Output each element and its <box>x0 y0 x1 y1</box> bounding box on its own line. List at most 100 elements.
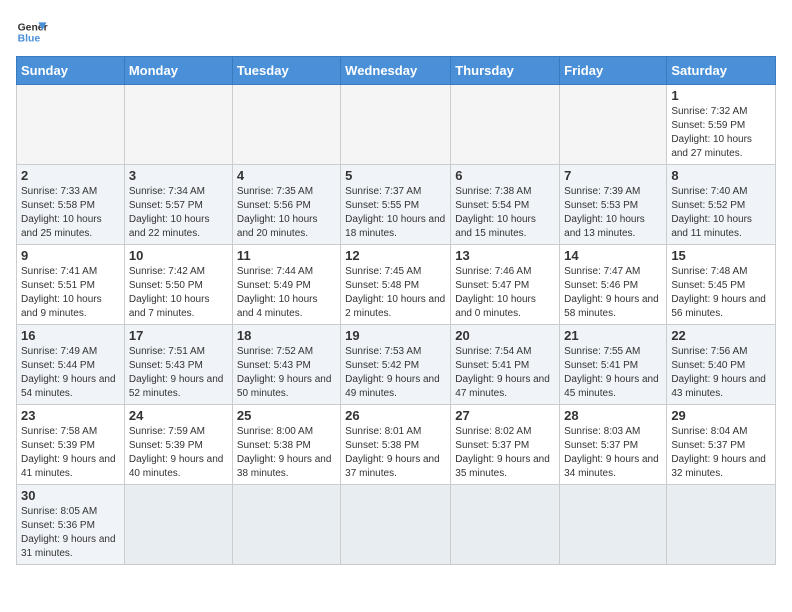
day-cell: 4 Sunrise: 7:35 AM Sunset: 5:56 PM Daylig… <box>232 165 340 245</box>
day-info: Sunrise: 7:56 AM Sunset: 5:40 PM Dayligh… <box>671 345 771 401</box>
day-cell <box>451 485 560 565</box>
week-row-1: 1 Sunrise: 7:32 AM Sunset: 5:59 PM Daylig… <box>17 85 776 165</box>
day-info: Sunrise: 7:48 AM Sunset: 5:45 PM Dayligh… <box>671 265 771 321</box>
day-info: Sunrise: 7:49 AM Sunset: 5:44 PM Dayligh… <box>21 345 120 401</box>
day-info: Sunrise: 7:45 AM Sunset: 5:48 PM Dayligh… <box>345 265 446 321</box>
day-cell: 28Sunrise: 8:03 AM Sunset: 5:37 PM Dayli… <box>560 405 667 485</box>
day-number: 2 <box>21 168 120 183</box>
weekday-header-wednesday: Wednesday <box>341 57 451 85</box>
day-number: 16 <box>21 328 120 343</box>
day-cell: 1 Sunrise: 7:32 AM Sunset: 5:59 PM Daylig… <box>667 85 776 165</box>
day-number: 27 <box>455 408 555 423</box>
day-info: Sunrise: 8:00 AM Sunset: 5:38 PM Dayligh… <box>237 425 336 481</box>
day-number: 19 <box>345 328 446 343</box>
day-cell: 23 Sunrise: 7:58 AM Sunset: 5:39 PM Dayli… <box>17 405 125 485</box>
day-number: 12 <box>345 248 446 263</box>
day-cell: 9 Sunrise: 7:41 AM Sunset: 5:51 PM Daylig… <box>17 245 125 325</box>
day-info: Sunrise: 7:46 AM Sunset: 5:47 PM Dayligh… <box>455 265 555 321</box>
day-number: 7 <box>564 168 662 183</box>
day-info: Sunrise: 7:35 AM Sunset: 5:56 PM Dayligh… <box>237 185 336 241</box>
week-row-6: 30 Sunrise: 8:05 AM Sunset: 5:36 PM Dayli… <box>17 485 776 565</box>
day-info: Sunrise: 7:53 AM Sunset: 5:42 PM Dayligh… <box>345 345 446 401</box>
day-cell: 25 Sunrise: 8:00 AM Sunset: 5:38 PM Dayli… <box>232 405 340 485</box>
day-cell: 18Sunrise: 7:52 AM Sunset: 5:43 PM Dayli… <box>232 325 340 405</box>
day-number: 11 <box>237 248 336 263</box>
day-cell: 26Sunrise: 8:01 AM Sunset: 5:38 PM Dayli… <box>341 405 451 485</box>
day-number: 8 <box>671 168 771 183</box>
day-info: Sunrise: 7:33 AM Sunset: 5:58 PM Dayligh… <box>21 185 120 241</box>
day-cell <box>560 485 667 565</box>
day-cell <box>341 485 451 565</box>
day-info: Sunrise: 8:05 AM Sunset: 5:36 PM Dayligh… <box>21 505 120 561</box>
day-cell <box>17 85 125 165</box>
day-number: 10 <box>129 248 228 263</box>
day-info: Sunrise: 7:37 AM Sunset: 5:55 PM Dayligh… <box>345 185 446 241</box>
day-cell: 11 Sunrise: 7:44 AM Sunset: 5:49 PM Dayli… <box>232 245 340 325</box>
day-info: Sunrise: 7:44 AM Sunset: 5:49 PM Dayligh… <box>237 265 336 321</box>
weekday-header-monday: Monday <box>124 57 232 85</box>
day-cell: 8 Sunrise: 7:40 AM Sunset: 5:52 PM Daylig… <box>667 165 776 245</box>
day-cell: 6 Sunrise: 7:38 AM Sunset: 5:54 PM Daylig… <box>451 165 560 245</box>
weekday-header-thursday: Thursday <box>451 57 560 85</box>
day-number: 30 <box>21 488 120 503</box>
day-number: 3 <box>129 168 228 183</box>
day-number: 15 <box>671 248 771 263</box>
week-row-4: 16 Sunrise: 7:49 AM Sunset: 5:44 PM Dayli… <box>17 325 776 405</box>
day-number: 14 <box>564 248 662 263</box>
day-info: Sunrise: 7:54 AM Sunset: 5:41 PM Dayligh… <box>455 345 555 401</box>
day-number: 24 <box>129 408 228 423</box>
day-number: 18 <box>237 328 336 343</box>
day-info: Sunrise: 8:03 AM Sunset: 5:37 PM Dayligh… <box>564 425 662 481</box>
day-number: 23 <box>21 408 120 423</box>
day-cell <box>124 85 232 165</box>
day-cell: 13 Sunrise: 7:46 AM Sunset: 5:47 PM Dayli… <box>451 245 560 325</box>
day-info: Sunrise: 7:47 AM Sunset: 5:46 PM Dayligh… <box>564 265 662 321</box>
week-row-5: 23 Sunrise: 7:58 AM Sunset: 5:39 PM Dayli… <box>17 405 776 485</box>
day-cell: 27 Sunrise: 8:02 AM Sunset: 5:37 PM Dayli… <box>451 405 560 485</box>
day-number: 25 <box>237 408 336 423</box>
day-cell: 16 Sunrise: 7:49 AM Sunset: 5:44 PM Dayli… <box>17 325 125 405</box>
day-cell: 24 Sunrise: 7:59 AM Sunset: 5:39 PM Dayli… <box>124 405 232 485</box>
day-info: Sunrise: 8:01 AM Sunset: 5:38 PM Dayligh… <box>345 425 446 481</box>
day-info: Sunrise: 7:59 AM Sunset: 5:39 PM Dayligh… <box>129 425 228 481</box>
day-cell: 14 Sunrise: 7:47 AM Sunset: 5:46 PM Dayli… <box>560 245 667 325</box>
day-info: Sunrise: 7:41 AM Sunset: 5:51 PM Dayligh… <box>21 265 120 321</box>
day-number: 9 <box>21 248 120 263</box>
day-cell <box>232 85 340 165</box>
day-info: Sunrise: 7:38 AM Sunset: 5:54 PM Dayligh… <box>455 185 555 241</box>
day-cell: 20Sunrise: 7:54 AM Sunset: 5:41 PM Dayli… <box>451 325 560 405</box>
day-number: 13 <box>455 248 555 263</box>
day-number: 17 <box>129 328 228 343</box>
day-info: Sunrise: 7:40 AM Sunset: 5:52 PM Dayligh… <box>671 185 771 241</box>
day-cell: 3Sunrise: 7:34 AM Sunset: 5:57 PM Daylig… <box>124 165 232 245</box>
logo-icon: General Blue <box>16 16 48 48</box>
week-row-3: 9 Sunrise: 7:41 AM Sunset: 5:51 PM Daylig… <box>17 245 776 325</box>
day-info: Sunrise: 7:42 AM Sunset: 5:50 PM Dayligh… <box>129 265 228 321</box>
day-cell: 29Sunrise: 8:04 AM Sunset: 5:37 PM Dayli… <box>667 405 776 485</box>
day-cell: 15 Sunrise: 7:48 AM Sunset: 5:45 PM Dayli… <box>667 245 776 325</box>
day-number: 21 <box>564 328 662 343</box>
day-info: Sunrise: 7:58 AM Sunset: 5:39 PM Dayligh… <box>21 425 120 481</box>
day-cell <box>560 85 667 165</box>
day-number: 5 <box>345 168 446 183</box>
day-info: Sunrise: 8:02 AM Sunset: 5:37 PM Dayligh… <box>455 425 555 481</box>
day-cell: 7 Sunrise: 7:39 AM Sunset: 5:53 PM Daylig… <box>560 165 667 245</box>
day-number: 4 <box>237 168 336 183</box>
day-cell <box>667 485 776 565</box>
day-number: 6 <box>455 168 555 183</box>
page-header: General Blue <box>16 16 776 48</box>
day-info: Sunrise: 7:55 AM Sunset: 5:41 PM Dayligh… <box>564 345 662 401</box>
day-info: Sunrise: 7:39 AM Sunset: 5:53 PM Dayligh… <box>564 185 662 241</box>
svg-text:Blue: Blue <box>18 34 41 45</box>
weekday-header-saturday: Saturday <box>667 57 776 85</box>
day-cell <box>124 485 232 565</box>
day-cell: 21 Sunrise: 7:55 AM Sunset: 5:41 PM Dayli… <box>560 325 667 405</box>
logo: General Blue <box>16 16 48 48</box>
day-info: Sunrise: 7:51 AM Sunset: 5:43 PM Dayligh… <box>129 345 228 401</box>
day-number: 29 <box>671 408 771 423</box>
day-cell: 2 Sunrise: 7:33 AM Sunset: 5:58 PM Daylig… <box>17 165 125 245</box>
day-number: 1 <box>671 88 771 103</box>
day-cell <box>451 85 560 165</box>
day-number: 22 <box>671 328 771 343</box>
day-info: Sunrise: 7:32 AM Sunset: 5:59 PM Dayligh… <box>671 105 771 161</box>
